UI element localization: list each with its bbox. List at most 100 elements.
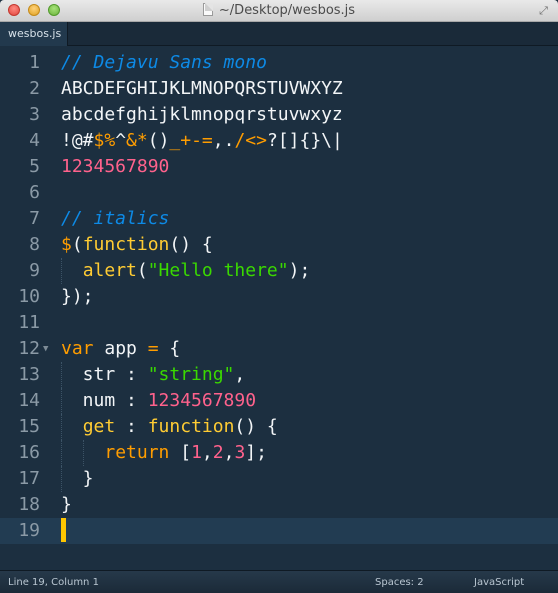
line-number: 3 — [29, 104, 40, 125]
code-text: $(function() { — [61, 232, 213, 258]
code-token: num : — [61, 390, 148, 411]
code-token: ,. — [212, 130, 235, 151]
tab-wesbos-js[interactable]: wesbos.js — [0, 22, 68, 46]
code-token: 1 — [191, 442, 202, 463]
code-text: !@#$%^&*()_+-=,./<>?[]{}\| — [61, 128, 343, 154]
line-number: 7 — [29, 208, 40, 229]
code-line[interactable]: 19 — [0, 518, 558, 544]
tab-label: wesbos.js — [8, 27, 62, 40]
code-token: ABCDEFGHIJKLMNOPQRSTUVWXYZ — [61, 78, 343, 99]
code-line[interactable]: 3 abcdefghijklmnopqrstuvwxyz — [0, 102, 558, 128]
code-line[interactable]: 13 str : "string", — [0, 362, 558, 388]
code-token: , — [223, 442, 235, 463]
code-token: get — [82, 416, 116, 437]
code-token: 3 — [234, 442, 246, 463]
code-token: 1234567890 — [147, 390, 257, 411]
code-token: &* — [126, 130, 148, 151]
code-editor[interactable]: 1 // Dejavu Sans mono 2 ABCDEFGHIJKLMNOPQRS… — [0, 46, 558, 570]
code-line[interactable]: 8 $(function() { — [0, 232, 558, 258]
line-number: 8 — [29, 234, 40, 255]
status-bar: Line 19, Column 1 Spaces: 2 JavaScript — [0, 570, 558, 593]
line-number: 14 — [18, 390, 40, 411]
code-token: 1234567890 — [61, 156, 170, 177]
line-number: 16 — [18, 442, 40, 463]
code-text: num : 1234567890 — [61, 388, 256, 414]
code-token: }); — [61, 286, 94, 307]
text-cursor — [61, 518, 66, 542]
code-text: // italics — [61, 206, 169, 232]
code-token: ?[]{}\| — [266, 130, 343, 151]
code-line[interactable]: 15 get : function() { — [0, 414, 558, 440]
code-line[interactable]: 16 return [1,2,3]; — [0, 440, 558, 466]
code-token: () { — [169, 234, 213, 255]
code-line[interactable]: 12 ▼ var app = { — [0, 336, 558, 362]
code-token: = — [147, 338, 159, 359]
code-token: , — [201, 442, 213, 463]
code-token: [ — [169, 442, 192, 463]
code-token: var — [61, 338, 94, 359]
code-token: 2 — [212, 442, 224, 463]
window-titlebar: ~/Desktop/wesbos.js ⤢ — [0, 0, 558, 22]
code-line[interactable]: 18} — [0, 492, 558, 518]
code-line[interactable]: 4 !@#$%^&*()_+-=,./<>?[]{}\| — [0, 128, 558, 154]
syntax-selector[interactable]: JavaScript — [474, 571, 524, 593]
line-number: 12 — [18, 338, 40, 359]
code-line[interactable]: 6 — [0, 180, 558, 206]
code-token: "Hello there" — [147, 260, 289, 281]
line-number: 4 — [29, 130, 40, 151]
code-text: alert("Hello there"); — [61, 258, 311, 284]
code-line[interactable]: 9 alert("Hello there"); — [0, 258, 558, 284]
line-number: 18 — [18, 494, 40, 515]
code-line[interactable]: 17 } — [0, 466, 558, 492]
fullscreen-icon[interactable]: ⤢ — [537, 4, 550, 17]
line-number: 1 — [29, 52, 40, 73]
code-token: } — [61, 494, 72, 515]
indent-guide — [82, 440, 84, 466]
line-number: 17 — [18, 468, 40, 489]
indentation-setting[interactable]: Spaces: 2 — [375, 571, 424, 593]
code-token: function — [147, 416, 235, 437]
code-token: // Dejavu Sans mono — [61, 52, 267, 73]
code-text: }); — [61, 284, 94, 310]
cursor-position: Line 19, Column 1 — [8, 577, 99, 588]
code-line[interactable]: 2 ABCDEFGHIJKLMNOPQRSTUVWXYZ — [0, 76, 558, 102]
indent-guide — [61, 362, 62, 388]
code-token: ( — [136, 260, 148, 281]
code-token: () { — [234, 416, 278, 437]
code-token: , — [234, 364, 246, 385]
indent-guide — [61, 258, 62, 284]
indent-guide — [61, 414, 62, 440]
indent-guide — [61, 388, 62, 414]
code-token: : — [115, 416, 148, 437]
code-token: ]; — [245, 442, 267, 463]
line-number: 6 — [29, 182, 40, 203]
code-text: str : "string", — [61, 362, 246, 388]
fold-arrow-icon[interactable]: ▼ — [43, 336, 48, 362]
code-text — [61, 518, 66, 544]
code-token: $ — [61, 234, 72, 255]
window-title: ~/Desktop/wesbos.js — [218, 3, 356, 18]
code-line[interactable]: 7 // italics — [0, 206, 558, 232]
line-number: 15 — [18, 416, 40, 437]
line-number: 5 — [29, 156, 40, 177]
code-token: abcdefghijklmnopqrstuvwxyz — [61, 104, 343, 125]
tab-bar: wesbos.js — [0, 22, 558, 46]
code-text: get : function() { — [61, 414, 278, 440]
code-token: return — [104, 442, 170, 463]
code-line[interactable]: 5 1234567890 — [0, 154, 558, 180]
code-text: return [1,2,3]; — [61, 440, 267, 466]
code-token: _+-= — [169, 130, 213, 151]
code-line[interactable]: 11 — [0, 310, 558, 336]
code-line[interactable]: 10}); — [0, 284, 558, 310]
code-text: abcdefghijklmnopqrstuvwxyz — [61, 102, 343, 128]
indent-guide — [61, 440, 62, 466]
code-text: 1234567890 — [61, 154, 169, 180]
code-line[interactable]: 1 // Dejavu Sans mono — [0, 50, 558, 76]
code-token: $% — [93, 130, 116, 151]
line-number: 11 — [18, 312, 40, 333]
code-line[interactable]: 14 num : 1234567890 — [0, 388, 558, 414]
code-token: { — [158, 338, 181, 359]
code-token: alert — [82, 260, 137, 281]
